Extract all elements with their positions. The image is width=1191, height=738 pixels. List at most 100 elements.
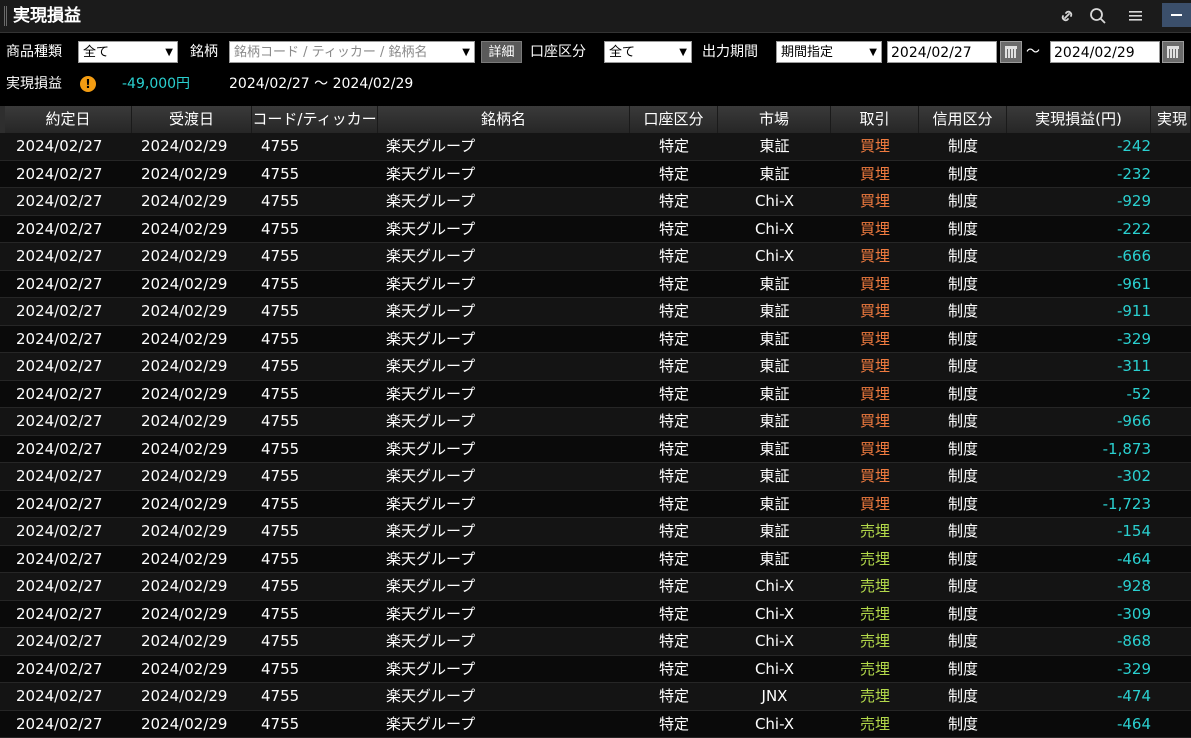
cell-name: 楽天グループ	[386, 632, 476, 650]
cell-market: 東証	[759, 412, 790, 430]
cell-trade-date: 2024/02/27	[16, 632, 103, 650]
table-row[interactable]: 2024/02/27 2024/02/29 4755 楽天グループ 特定 東証 買埋 制度 -1…	[0, 490, 1191, 518]
table-row[interactable]: 2024/02/27 2024/02/29 4755 楽天グループ 特定 東証 買埋 制度 -3…	[0, 325, 1191, 353]
link-icon[interactable]	[1055, 4, 1079, 28]
table-row[interactable]: 2024/02/27 2024/02/29 4755 楽天グループ 特定 東証 売埋 制度 -4…	[0, 545, 1191, 573]
cell-trade-date: 2024/02/27	[16, 604, 103, 623]
header-pl[interactable]: 実現損益(円)	[1007, 106, 1151, 133]
cell-account: 特定	[658, 137, 689, 155]
cell-market: 東証	[759, 522, 790, 540]
cell-pl: -464	[1116, 549, 1151, 568]
cell-account: 特定	[658, 302, 689, 320]
cell-market: Chi-X	[754, 247, 795, 265]
cell-trade-date: 2024/02/27	[16, 494, 103, 513]
account-select[interactable]: 全て ▼	[604, 41, 692, 63]
cell-code: 4755	[261, 632, 300, 650]
header-account[interactable]: 口座区分	[630, 106, 718, 133]
cell-pl: -52	[1126, 384, 1152, 403]
header-extra[interactable]: 実現	[1151, 106, 1191, 133]
calendar-icon[interactable]	[1000, 41, 1022, 63]
header-delivery-date[interactable]: 受渡日	[132, 106, 252, 133]
cell-delivery-date: 2024/02/29	[141, 632, 228, 650]
cell-transaction: 売埋	[859, 659, 890, 678]
cell-transaction: 売埋	[859, 522, 890, 540]
cell-account: 特定	[658, 439, 689, 458]
table-row[interactable]: 2024/02/27 2024/02/29 4755 楽天グループ 特定 Chi-X 売埋 制…	[0, 600, 1191, 628]
cell-name: 楽天グループ	[386, 302, 476, 320]
table-row[interactable]: 2024/02/27 2024/02/29 4755 楽天グループ 特定 東証 買埋 制度 -3…	[0, 463, 1191, 491]
product-type-select[interactable]: 全て ▼	[78, 41, 178, 63]
cell-transaction: 買埋	[859, 384, 890, 403]
table-row[interactable]: 2024/02/27 2024/02/29 4755 楽天グループ 特定 Chi-X 買埋 制…	[0, 215, 1191, 243]
calendar-icon[interactable]	[1162, 41, 1184, 63]
cell-transaction: 買埋	[859, 357, 890, 375]
header-code[interactable]: コード/ティッカー	[252, 106, 378, 133]
table-row[interactable]: 2024/02/27 2024/02/29 4755 楽天グループ 特定 Chi-X 買埋 制…	[0, 188, 1191, 216]
cell-market: Chi-X	[754, 192, 795, 210]
table-row[interactable]: 2024/02/27 2024/02/29 4755 楽天グループ 特定 Chi-X 売埋 制…	[0, 655, 1191, 683]
chevron-down-icon: ▼	[462, 47, 470, 58]
summary-period: 2024/02/27 ～ 2024/02/29	[229, 76, 414, 92]
summary-bar: 実現損益 ! -49,000円 2024/02/27 ～ 2024/02/29	[0, 72, 1191, 96]
cell-market: JNX	[761, 687, 788, 705]
date-to-input[interactable]: 2024/02/29	[1050, 41, 1160, 63]
cell-name: 楽天グループ	[386, 137, 476, 155]
table-row[interactable]: 2024/02/27 2024/02/29 4755 楽天グループ 特定 Chi-X 買埋 制…	[0, 243, 1191, 271]
header-market[interactable]: 市場	[718, 106, 831, 133]
table-row[interactable]: 2024/02/27 2024/02/29 4755 楽天グループ 特定 Chi-X 売埋 制…	[0, 628, 1191, 656]
cell-trade-date: 2024/02/27	[16, 522, 103, 540]
detail-button[interactable]: 詳細	[481, 41, 522, 63]
table-row[interactable]: 2024/02/27 2024/02/29 4755 楽天グループ 特定 東証 買埋 制度 -2…	[0, 160, 1191, 188]
cell-delivery-date: 2024/02/29	[141, 192, 228, 210]
cell-pl: -961	[1116, 274, 1151, 293]
cell-account: 特定	[658, 467, 689, 485]
cell-credit: 制度	[947, 632, 978, 650]
header-credit[interactable]: 信用区分	[919, 106, 1007, 133]
cell-credit: 制度	[947, 357, 978, 375]
cell-credit: 制度	[947, 329, 978, 348]
table-row[interactable]: 2024/02/27 2024/02/29 4755 楽天グループ 特定 東証 買埋 制度 -5…	[0, 380, 1191, 408]
symbol-input[interactable]: 銘柄コード / ティッカー / 銘柄名 ▼	[229, 41, 475, 63]
cell-name: 楽天グループ	[386, 247, 476, 265]
search-icon[interactable]	[1086, 4, 1110, 28]
cell-credit: 制度	[947, 687, 978, 705]
warning-icon[interactable]: !	[80, 76, 96, 92]
cell-transaction: 売埋	[859, 604, 890, 623]
table-row[interactable]: 2024/02/27 2024/02/29 4755 楽天グループ 特定 東証 買埋 制度 -9…	[0, 408, 1191, 436]
cell-code: 4755	[261, 604, 300, 623]
header-trade-date[interactable]: 約定日	[5, 106, 132, 133]
table-row[interactable]: 2024/02/27 2024/02/29 4755 楽天グループ 特定 東証 買埋 制度 -1…	[0, 435, 1191, 463]
header-name[interactable]: 銘柄名	[378, 106, 630, 133]
product-type-label: 商品種類	[6, 44, 62, 60]
table-row[interactable]: 2024/02/27 2024/02/29 4755 楽天グループ 特定 東証 売埋 制度 -1…	[0, 518, 1191, 546]
minimize-icon[interactable]	[1162, 3, 1191, 27]
header-transaction[interactable]: 取引	[831, 106, 919, 133]
cell-trade-date: 2024/02/27	[16, 192, 103, 210]
cell-market: 東証	[759, 494, 790, 513]
cell-market: Chi-X	[754, 714, 795, 733]
filter-bar: 商品種類 全て ▼ 銘柄 銘柄コード / ティッカー / 銘柄名 ▼ 詳細 口座…	[0, 38, 1191, 66]
table-row[interactable]: 2024/02/27 2024/02/29 4755 楽天グループ 特定 東証 買埋 制度 -9…	[0, 298, 1191, 326]
date-from-input[interactable]: 2024/02/27	[887, 41, 997, 63]
cell-transaction: 買埋	[859, 247, 890, 265]
realized-pl-table: 約定日 受渡日 コード/ティッカー 銘柄名 口座区分 市場 取引 信用区分 実現…	[0, 106, 1191, 738]
cell-pl: -154	[1116, 522, 1151, 540]
cell-name: 楽天グループ	[386, 412, 476, 430]
table-row[interactable]: 2024/02/27 2024/02/29 4755 楽天グループ 特定 東証 買埋 制度 -9…	[0, 270, 1191, 298]
table-row[interactable]: 2024/02/27 2024/02/29 4755 楽天グループ 特定 東証 買埋 制度 -2…	[0, 133, 1191, 161]
cell-account: 特定	[658, 192, 689, 210]
cell-code: 4755	[261, 302, 300, 320]
cell-pl: -928	[1116, 577, 1151, 595]
cell-name: 楽天グループ	[386, 219, 476, 238]
table-row[interactable]: 2024/02/27 2024/02/29 4755 楽天グループ 特定 Chi-X 売埋 制…	[0, 573, 1191, 601]
table-row[interactable]: 2024/02/27 2024/02/29 4755 楽天グループ 特定 東証 買埋 制度 -3…	[0, 353, 1191, 381]
cell-transaction: 売埋	[859, 714, 890, 733]
account-value: 全て	[609, 45, 636, 60]
menu-icon[interactable]	[1124, 4, 1148, 28]
cell-account: 特定	[658, 549, 689, 568]
table-row[interactable]: 2024/02/27 2024/02/29 4755 楽天グループ 特定 JNX 売埋 制度 -…	[0, 683, 1191, 711]
table-row[interactable]: 2024/02/27 2024/02/29 4755 楽天グループ 特定 Chi-X 売埋 制…	[0, 710, 1191, 738]
period-select[interactable]: 期間指定 ▼	[776, 41, 882, 63]
cell-credit: 制度	[947, 164, 978, 183]
drag-grip-icon[interactable]	[4, 6, 8, 26]
